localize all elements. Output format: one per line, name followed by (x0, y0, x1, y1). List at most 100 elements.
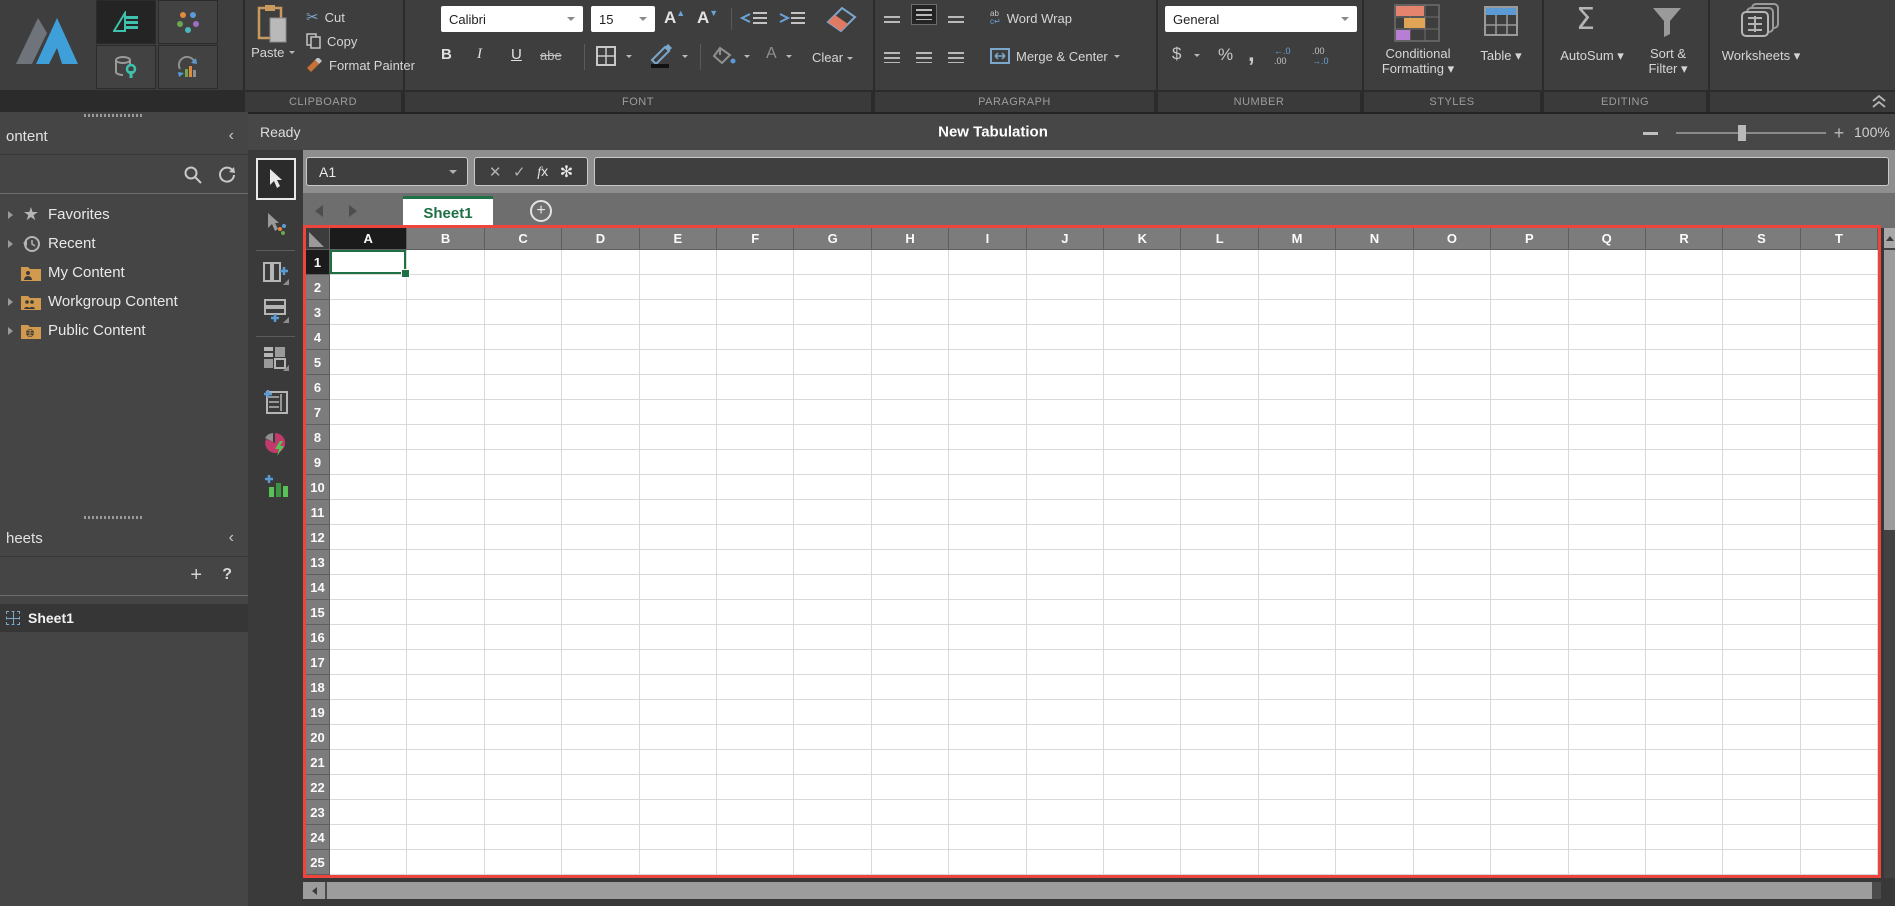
conditional-formatting-label[interactable]: Conditional Formatting ▾ (1380, 46, 1456, 76)
cell-T19[interactable] (1801, 700, 1878, 725)
cell-H15[interactable] (872, 600, 949, 625)
cell-B17[interactable] (407, 650, 484, 675)
cell-P17[interactable] (1491, 650, 1568, 675)
cell-T7[interactable] (1801, 400, 1878, 425)
sheets-help-button[interactable]: ? (222, 566, 232, 584)
vertical-scrollbar-thumb[interactable] (1884, 250, 1895, 530)
cell-F7[interactable] (717, 400, 794, 425)
cell-B22[interactable] (407, 775, 484, 800)
cell-N23[interactable] (1336, 800, 1413, 825)
cell-K19[interactable] (1104, 700, 1181, 725)
cell-R12[interactable] (1646, 525, 1723, 550)
cell-R5[interactable] (1646, 350, 1723, 375)
column-header-L[interactable]: L (1181, 228, 1258, 250)
cell-I19[interactable] (949, 700, 1026, 725)
column-header-N[interactable]: N (1336, 228, 1413, 250)
cell-M6[interactable] (1259, 375, 1336, 400)
cell-I1[interactable] (949, 250, 1026, 275)
cell-J10[interactable] (1027, 475, 1104, 500)
cell-I13[interactable] (949, 550, 1026, 575)
layout-tool-button[interactable] (258, 342, 294, 374)
cell-K23[interactable] (1104, 800, 1181, 825)
cell-J20[interactable] (1027, 725, 1104, 750)
sidebar-item-public-content[interactable]: Public Content (0, 316, 248, 345)
cell-S8[interactable] (1723, 425, 1800, 450)
insert-table-tool-button[interactable] (258, 386, 294, 418)
cell-N22[interactable] (1336, 775, 1413, 800)
cell-F14[interactable] (717, 575, 794, 600)
app-tabulation-button[interactable] (96, 0, 156, 44)
cell-L14[interactable] (1181, 575, 1258, 600)
cell-C8[interactable] (485, 425, 562, 450)
cell-B1[interactable] (407, 250, 484, 275)
cell-T16[interactable] (1801, 625, 1878, 650)
cell-G3[interactable] (794, 300, 871, 325)
percent-button[interactable]: % (1218, 45, 1233, 65)
cell-B9[interactable] (407, 450, 484, 475)
cell-I18[interactable] (949, 675, 1026, 700)
cell-C1[interactable] (485, 250, 562, 275)
cell-Q21[interactable] (1569, 750, 1646, 775)
cell-G11[interactable] (794, 500, 871, 525)
sidebar-item-workgroup-content[interactable]: Workgroup Content (0, 287, 248, 316)
worksheets-label[interactable]: Worksheets ▾ (1716, 48, 1806, 64)
row-header-21[interactable]: 21 (306, 750, 330, 775)
cell-J15[interactable] (1027, 600, 1104, 625)
cell-P3[interactable] (1491, 300, 1568, 325)
cell-T12[interactable] (1801, 525, 1878, 550)
cell-E16[interactable] (640, 625, 717, 650)
cell-F24[interactable] (717, 825, 794, 850)
cell-A9[interactable] (330, 450, 407, 475)
cell-L16[interactable] (1181, 625, 1258, 650)
cell-F18[interactable] (717, 675, 794, 700)
cell-A20[interactable] (330, 725, 407, 750)
cell-P6[interactable] (1491, 375, 1568, 400)
cell-F9[interactable] (717, 450, 794, 475)
cell-R1[interactable] (1646, 250, 1723, 275)
cell-A3[interactable] (330, 300, 407, 325)
cell-H9[interactable] (872, 450, 949, 475)
cell-O3[interactable] (1414, 300, 1491, 325)
cell-L11[interactable] (1181, 500, 1258, 525)
cell-I15[interactable] (949, 600, 1026, 625)
cell-M9[interactable] (1259, 450, 1336, 475)
zoom-out-button[interactable] (1640, 114, 1660, 152)
grow-font-button[interactable]: A▲ (664, 8, 685, 28)
cell-S13[interactable] (1723, 550, 1800, 575)
row-header-19[interactable]: 19 (306, 700, 330, 725)
cell-D8[interactable] (562, 425, 639, 450)
row-header-14[interactable]: 14 (306, 575, 330, 600)
cell-F3[interactable] (717, 300, 794, 325)
cell-B24[interactable] (407, 825, 484, 850)
scroll-left-button[interactable] (303, 882, 325, 899)
cell-D10[interactable] (562, 475, 639, 500)
sidebar-item-favorites[interactable]: ★Favorites (0, 200, 248, 229)
cell-L7[interactable] (1181, 400, 1258, 425)
cell-K1[interactable] (1104, 250, 1181, 275)
cell-R13[interactable] (1646, 550, 1723, 575)
cell-F4[interactable] (717, 325, 794, 350)
row-header-7[interactable]: 7 (306, 400, 330, 425)
cell-O20[interactable] (1414, 725, 1491, 750)
cell-E1[interactable] (640, 250, 717, 275)
cell-T11[interactable] (1801, 500, 1878, 525)
column-header-J[interactable]: J (1027, 228, 1104, 250)
cell-A13[interactable] (330, 550, 407, 575)
paste-button[interactable]: Paste (250, 4, 296, 62)
cell-N21[interactable] (1336, 750, 1413, 775)
cell-J4[interactable] (1027, 325, 1104, 350)
cell-C15[interactable] (485, 600, 562, 625)
cell-K3[interactable] (1104, 300, 1181, 325)
content-panel-collapse-icon[interactable]: ‹ (229, 127, 234, 145)
cell-B18[interactable] (407, 675, 484, 700)
cell-O23[interactable] (1414, 800, 1491, 825)
cell-E22[interactable] (640, 775, 717, 800)
cell-T6[interactable] (1801, 375, 1878, 400)
expand-caret-icon[interactable] (8, 235, 18, 252)
sidebar-item-recent[interactable]: Recent (0, 229, 248, 258)
cell-T5[interactable] (1801, 350, 1878, 375)
cell-R10[interactable] (1646, 475, 1723, 500)
row-header-2[interactable]: 2 (306, 275, 330, 300)
cell-D23[interactable] (562, 800, 639, 825)
borders-button[interactable] (596, 46, 616, 66)
